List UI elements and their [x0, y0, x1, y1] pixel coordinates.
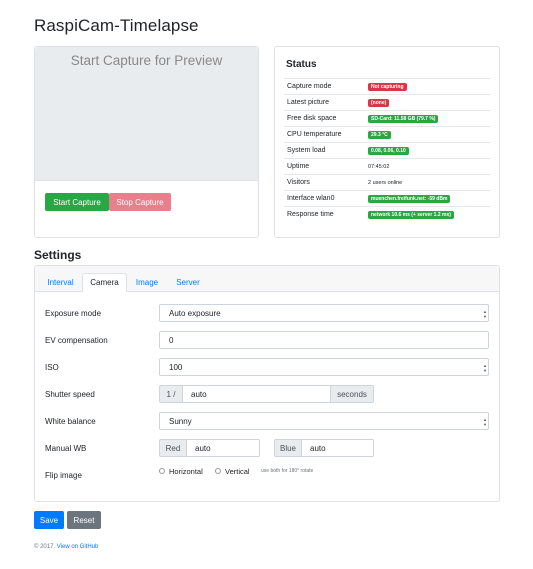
status-badge: SD-Card: 11.58 GB (79.7 %) — [368, 114, 439, 123]
status-row: Latest picture (none) — [284, 94, 490, 111]
settings-tab-bar: Interval Camera Image Server — [35, 266, 499, 292]
flip-hint: use both for 180° rotate — [261, 468, 314, 474]
preview-placeholder: Start Capture for Preview — [70, 53, 223, 68]
select-arrows-icon: ▲ ▼ — [483, 417, 487, 427]
stop-capture-button[interactable]: Stop Capture — [109, 193, 171, 211]
select-arrows-icon: ▲ ▼ — [483, 363, 487, 373]
red-addon: Red — [159, 439, 187, 457]
exposure-mode-label: Exposure mode — [45, 309, 102, 318]
status-row-value-cell: 29.3 °C — [365, 126, 490, 143]
status-row-label: Visitors — [284, 174, 365, 191]
status-row-value-cell: network 10.6 ms (+ server 1.2 ms) — [365, 206, 490, 223]
save-button[interactable]: Save — [34, 511, 64, 529]
flip-image-label: Flip image — [45, 471, 82, 480]
iso-value: 100 — [169, 362, 183, 372]
flip-horizontal-label[interactable]: Horizontal — [169, 467, 203, 476]
flip-vertical-label[interactable]: Vertical — [225, 467, 250, 476]
status-row: CPU temperature 29.3 °C — [284, 126, 490, 143]
shutter-prefix-addon: 1 / — [159, 385, 183, 403]
status-row: Response time network 10.6 ms (+ server 1… — [284, 206, 490, 223]
white-balance-value: Sunny — [169, 416, 192, 426]
white-balance-select[interactable]: Sunny ▲ ▼ — [159, 412, 489, 430]
status-title: Status — [286, 59, 317, 70]
status-row-value-cell: 07:45:02 — [365, 158, 490, 175]
status-badge: muenchen.freifunk.net: -59 dBm — [368, 194, 451, 203]
tab-server[interactable]: Server — [170, 273, 206, 292]
iso-select[interactable]: 100 ▲ ▼ — [159, 358, 489, 376]
status-row: Interface wlan0 muenchen.freifunk.net: -5… — [284, 190, 490, 207]
tab-camera[interactable]: Camera — [82, 273, 127, 292]
status-row-label: Uptime — [284, 158, 365, 175]
status-card: Status Capture mode Not capturing Latest p… — [274, 46, 500, 238]
preview-card: Start Capture for Preview Start Capture … — [34, 46, 259, 238]
ev-compensation-input[interactable]: 0 — [159, 331, 489, 349]
settings-card: Interval Camera Image Server Exposure mo… — [34, 265, 500, 502]
status-row: Visitors 2 users online — [284, 174, 490, 191]
status-table: Capture mode Not capturing Latest picture(… — [284, 78, 490, 223]
flip-horizontal-checkbox[interactable] — [159, 468, 165, 474]
status-row-label: Capture mode — [284, 78, 365, 95]
exposure-mode-value: Auto exposure — [169, 308, 221, 318]
tab-image[interactable]: Image — [131, 273, 163, 292]
status-badge: Not capturing — [368, 82, 407, 91]
status-row-value-cell: Not capturing — [365, 78, 490, 95]
footer: © 2017. View on GitHub — [34, 544, 98, 550]
blue-wb-input[interactable]: auto — [301, 439, 374, 457]
red-wb-value: auto — [195, 443, 211, 453]
shutter-speed-input[interactable]: auto — [182, 385, 331, 403]
status-value: 2 users online — [368, 180, 403, 186]
select-arrows-icon: ▲ ▼ — [483, 309, 487, 319]
shutter-speed-label: Shutter speed — [45, 390, 95, 399]
exposure-mode-select[interactable]: Auto exposure ▲ ▼ — [159, 304, 489, 322]
ev-compensation-label: EV compensation — [45, 336, 108, 345]
status-row-value-cell: 2 users online — [365, 174, 490, 191]
status-row-label: Free disk space — [284, 110, 365, 127]
status-badge: network 10.6 ms (+ server 1.2 ms) — [368, 210, 454, 219]
github-link[interactable]: View on GitHub — [57, 544, 99, 550]
shutter-suffix-addon: seconds — [330, 385, 374, 403]
ev-compensation-value: 0 — [169, 335, 174, 345]
status-row-value-cell: SD-Card: 11.58 GB (79.7 %) — [365, 110, 490, 127]
status-badge: (none) — [368, 98, 390, 107]
status-row-label: Latest picture — [284, 94, 365, 111]
red-wb-input[interactable]: auto — [186, 439, 260, 457]
status-row: Free disk space SD-Card: 11.58 GB (79.7 %… — [284, 110, 490, 127]
blue-addon: Blue — [274, 439, 302, 457]
status-row: System load 0.08, 0.06, 0.10 — [284, 142, 490, 159]
status-row: Capture mode Not capturing — [284, 78, 490, 95]
white-balance-label: White balance — [45, 417, 96, 426]
footer-copyright: © 2017. — [34, 544, 56, 550]
status-row-value-cell: muenchen.freifunk.net: -59 dBm — [365, 190, 490, 207]
status-row-label: Response time — [284, 206, 365, 223]
status-badge: 0.08, 0.06, 0.10 — [368, 146, 409, 155]
status-row-label: Interface wlan0 — [284, 190, 365, 207]
start-capture-button[interactable]: Start Capture — [45, 193, 109, 211]
status-row-label: System load — [284, 142, 365, 159]
status-row-label: CPU temperature — [284, 126, 365, 143]
status-badge: 29.3 °C — [368, 130, 391, 139]
blue-wb-value: auto — [310, 443, 326, 453]
reset-button[interactable]: Reset — [67, 511, 101, 529]
tab-interval[interactable]: Interval — [41, 273, 80, 292]
manual-wb-label: Manual WB — [45, 444, 87, 453]
status-value: 07:45:02 — [368, 164, 390, 170]
status-row-value-cell: 0.08, 0.06, 0.10 — [365, 142, 490, 159]
preview-area: Start Capture for Preview — [35, 47, 258, 181]
app-title: RaspiCam-Timelapse — [34, 16, 199, 35]
status-row: Uptime 07:45:02 — [284, 158, 490, 175]
status-row-value-cell: (none) — [365, 94, 490, 111]
shutter-speed-value: auto — [191, 389, 207, 399]
iso-label: ISO — [45, 363, 59, 372]
flip-vertical-checkbox[interactable] — [215, 468, 221, 474]
settings-title: Settings — [34, 248, 82, 262]
